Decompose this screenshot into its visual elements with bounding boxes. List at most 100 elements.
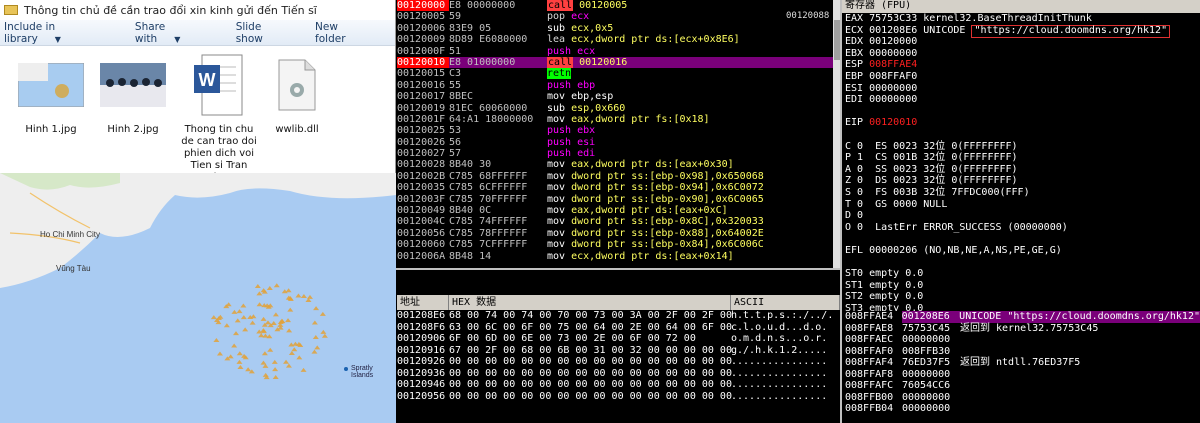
toolbar-button[interactable]: Slide show (236, 21, 301, 45)
register-row[interactable]: T 0 GS 0000 NULL (842, 199, 1200, 211)
hex-header-ascii[interactable]: ASCII (731, 295, 840, 310)
disasm-row[interactable]: 00120016 55 push ebp (397, 80, 840, 91)
register-text: ST2 empty 0.0 (845, 291, 924, 303)
register-row[interactable]: ST1 empty 0.0 (842, 280, 1200, 292)
register-row[interactable]: ST3 empty 0.0 (842, 303, 1200, 311)
registers-pane[interactable]: 寄存器 (FPU) EAX 75753C33 kernel32.BaseThre… (842, 0, 1200, 311)
disasm-row[interactable]: 00120015 C3 retn (397, 68, 840, 80)
stack-row[interactable]: 008FFB04 00000000 (842, 403, 1200, 415)
register-row[interactable]: C 0 ES 0023 32位 0(FFFFFFFF) (842, 141, 1200, 153)
register-row[interactable]: D 0 (842, 210, 1200, 222)
register-row[interactable]: ESI 00000000 (842, 83, 1200, 95)
disasm-row[interactable]: 0012001F 64:A1 18000000 mov eax,dword ptr … (397, 114, 840, 125)
disasm-row[interactable]: 00120010 E8 01000000 call 00120016 (397, 56, 840, 69)
map-thumbnail-icon (18, 63, 84, 107)
disasm-row[interactable]: 00120000 E8 00000000 call 00120005 (397, 0, 840, 12)
hex-header-address[interactable]: 地址 (397, 295, 449, 310)
register-row[interactable]: Z 0 DS 0023 32位 0(FFFFFFFF) (842, 175, 1200, 187)
disasm-row[interactable]: 0012003F C785 70FFFFFF mov dword ptr ss:[e… (397, 194, 840, 205)
register-row[interactable]: ST2 empty 0.0 (842, 291, 1200, 303)
stack-addr: 008FFAF4 (845, 357, 894, 368)
explorer-title: Thông tin chủ đề cần trao đổi xin kinh g… (24, 3, 317, 17)
register-row[interactable] (842, 106, 1200, 118)
disasm-row[interactable]: 00120060 C785 7CFFFFFF mov dword ptr ss:[e… (397, 239, 840, 250)
disasm-row[interactable]: 00120049 8B40 0C mov eax,dword ptr ds:[eax… (397, 205, 840, 216)
hex-row[interactable]: 00120936 00 00 00 00 00 00 00 00 00 00 00… (397, 368, 840, 380)
register-text: EAX 75753C33 kernel32.BaseThreadInitThun… (845, 13, 1092, 24)
disasm-row[interactable]: 00120006 83E9 05 sub ecx,0x5 (397, 23, 840, 34)
reef-marker (256, 302, 263, 307)
stack-row[interactable]: 008FFAF8 00000000 (842, 369, 1200, 381)
disasm-operands: edi (577, 148, 596, 160)
register-row[interactable]: ECX 001208E6 UNICODE "https://cloud.doom… (842, 24, 1200, 38)
register-row[interactable]: ST0 empty 0.0 (842, 268, 1200, 280)
toolbar-button[interactable]: Share with ▼ (135, 21, 222, 45)
disasm-row[interactable]: 00120005 59 pop ecx (397, 11, 840, 22)
register-row[interactable]: EFL 00000206 (NO,NB,NE,A,NS,PE,GE,G) (842, 245, 1200, 257)
disasm-row[interactable]: 00120025 53 push ebx (397, 125, 840, 136)
stack-row[interactable]: 008FFAE8 75753C45 返回到 kernel32.75753C45 (842, 323, 1200, 335)
stack-row[interactable]: 008FFAE4 001208E6 UNICODE "https://cloud.d… (842, 311, 1200, 323)
register-row[interactable]: EBP 008FFAF0 (842, 71, 1200, 83)
hex-dump-pane[interactable]: 地址 HEX 数据 ASCII 001208E6 68 00 74 00 74 0… (397, 270, 840, 423)
reef-marker (286, 328, 293, 333)
stack-val: 00000000 (902, 334, 951, 345)
register-row[interactable]: P 1 CS 001B 32位 0(FFFFFFFF) (842, 152, 1200, 164)
disasm-row[interactable]: 00120026 56 push esi (397, 137, 840, 148)
hex-row[interactable]: 00120916 67 00 2F 00 68 00 6B 00 31 00 32… (397, 345, 840, 357)
register-row[interactable] (842, 256, 1200, 268)
file-item[interactable]: Hinh 2.jpg (94, 52, 172, 136)
disasm-row[interactable]: 0012000F 51 push ecx (397, 46, 840, 57)
disasm-row[interactable]: 00120009 8D89 E6080000 lea ecx,dword ptr d… (397, 34, 840, 45)
hex-row[interactable]: 001208F6 63 00 6C 00 6F 00 75 00 64 00 2E… (397, 322, 840, 334)
disasm-row[interactable]: 0012002B C785 68FFFFFF mov dword ptr ss:[e… (397, 171, 840, 182)
hex-row[interactable]: 00120926 00 00 00 00 00 00 00 00 00 00 00… (397, 356, 840, 368)
reef-marker (237, 364, 244, 369)
file-item[interactable]: W Thong tin chu de can trao doi phien di… (180, 52, 258, 184)
register-row[interactable]: EAX 75753C33 kernel32.BaseThreadInitThun… (842, 13, 1200, 25)
disasm-operands: dword ptr ss:[ebp-0x84],0x6C006C (571, 239, 764, 251)
hex-row[interactable]: 00120946 00 00 00 00 00 00 00 00 00 00 00… (397, 379, 840, 391)
disasm-address: 00120010 (397, 56, 449, 69)
register-row[interactable]: EDI 00000000 (842, 94, 1200, 106)
file-item[interactable]: wwlib.dll (258, 52, 336, 136)
hex-addr: 001208E6 (397, 310, 446, 321)
disasm-row[interactable]: 00120017 8BEC mov ebp,esp (397, 91, 840, 102)
register-row[interactable] (842, 129, 1200, 141)
disasm-row[interactable]: 00120035 C785 6CFFFFFF mov dword ptr ss:[e… (397, 182, 840, 193)
hex-row[interactable]: 00120906 6F 00 6D 00 6E 00 73 00 2E 00 6F… (397, 333, 840, 345)
disasm-row[interactable]: 00120028 8B40 30 mov eax,dword ptr ds:[eax… (397, 159, 840, 170)
disasm-row[interactable]: 00120056 C785 78FFFFFF mov dword ptr ss:[e… (397, 228, 840, 239)
register-row[interactable] (842, 233, 1200, 245)
register-row[interactable]: O 0 LastErr ERROR_SUCCESS (00000000) (842, 222, 1200, 234)
map-label-spratly: Spratly Islands (351, 365, 374, 379)
toolbar-button[interactable]: Include in library ▼ (4, 21, 121, 45)
file-item[interactable]: Hinh 1.jpg (12, 52, 90, 136)
stack-row[interactable]: 008FFAEC 00000000 (842, 334, 1200, 346)
register-row[interactable]: EBX 00000000 (842, 48, 1200, 60)
register-row[interactable]: S 0 FS 003B 32位 7FFDC000(FFF) (842, 187, 1200, 199)
hex-row[interactable]: 00120956 00 00 00 00 00 00 00 00 00 00 00… (397, 391, 840, 403)
stack-row[interactable]: 008FFAF0 008FFB30 (842, 346, 1200, 358)
register-row[interactable]: EIP 00120010 (842, 117, 1200, 129)
hex-addr: 00120916 (397, 344, 446, 356)
stack-row[interactable]: 008FFAFC 76054CC6 (842, 380, 1200, 392)
stack-row[interactable]: 008FFB00 00000000 (842, 392, 1200, 404)
register-row[interactable]: A 0 SS 0023 32位 0(FFFFFFFF) (842, 164, 1200, 176)
hex-row[interactable]: 001208E6 68 00 74 00 74 00 70 00 73 00 3A… (397, 310, 840, 322)
reef-marker (231, 343, 238, 348)
register-row[interactable]: EDX 00120000 (842, 36, 1200, 48)
reef-marker (273, 283, 280, 288)
hex-header-data[interactable]: HEX 数据 (449, 295, 731, 310)
disasm-row[interactable]: 0012004C C785 74FFFFFF mov dword ptr ss:[e… (397, 216, 840, 227)
disassembly-pane[interactable]: 00120000 E8 00000000 call 00120005 00120005… (397, 0, 840, 268)
toolbar-button[interactable]: New folder (315, 21, 381, 45)
disasm-row[interactable]: 00120027 57 push edi (397, 148, 840, 159)
register-row[interactable]: ESP 008FFAE4 (842, 59, 1200, 71)
stack-row[interactable]: 008FFAF4 76ED37F5 返回到 ntdll.76ED37F5 (842, 357, 1200, 369)
disasm-address: 00120060 (397, 239, 446, 251)
disasm-row[interactable]: 00120019 81EC 60060000 sub esp,0x660 (397, 103, 840, 114)
stack-pane[interactable]: 008FFAE4 001208E6 UNICODE "https://cloud.d… (842, 311, 1200, 423)
disasm-row[interactable]: 0012006A 8B48 14 mov ecx,dword ptr ds:[eax… (397, 251, 840, 262)
hex-bytes: 6F 00 6D 00 6E 00 73 00 2E 00 6F 00 72 0… (449, 333, 696, 344)
